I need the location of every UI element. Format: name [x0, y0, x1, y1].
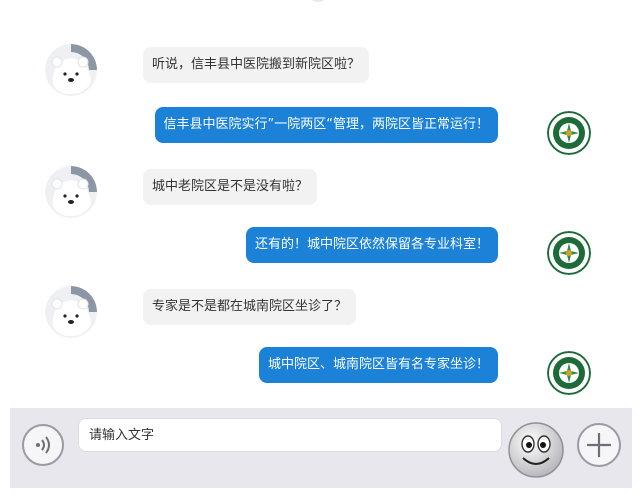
hospital-avatar — [547, 111, 591, 155]
chat-area: 听说，信丰县中医院搬到新院区啦？ 信丰县中医院实行”一院两区“管理，两院区皆正常… — [0, 0, 640, 408]
hospital-avatar — [547, 351, 591, 395]
message-incoming: 听说，信丰县中医院搬到新院区啦？ — [0, 44, 640, 100]
user-avatar — [45, 166, 97, 218]
message-bubble: 信丰县中医院实行”一院两区“管理，两院区皆正常运行！ — [154, 107, 498, 143]
user-avatar — [45, 44, 97, 96]
message-outgoing: 信丰县中医院实行”一院两区“管理，两院区皆正常运行！ — [0, 107, 640, 159]
polar-bear-icon — [45, 44, 97, 96]
voice-wave-icon — [36, 436, 50, 454]
hospital-emblem-icon — [547, 351, 591, 395]
plus-button[interactable] — [577, 423, 621, 467]
message-bubble: 城中院区、城南院区皆有名专家坐诊！ — [258, 347, 498, 383]
voice-button[interactable] — [22, 424, 64, 466]
message-bubble: 城中老院区是不是没有啦？ — [143, 169, 318, 205]
message-incoming: 城中老院区是不是没有啦？ — [0, 166, 640, 222]
hospital-emblem-icon — [547, 111, 591, 155]
polar-bear-icon — [45, 286, 97, 338]
message-bubble: 听说，信丰县中医院搬到新院区啦？ — [143, 47, 370, 83]
message-bubble: 专家是不是都在城南院区坐诊了？ — [143, 289, 357, 325]
message-incoming: 专家是不是都在城南院区坐诊了？ — [0, 286, 640, 342]
plus-icon — [587, 433, 611, 457]
message-outgoing: 城中院区、城南院区皆有名专家坐诊！ — [0, 347, 640, 399]
hospital-avatar — [547, 231, 591, 275]
emoji-button[interactable] — [508, 422, 564, 478]
smiley-face-icon — [508, 422, 564, 478]
message-outgoing: 还有的！城中院区依然保留各专业科室！ — [0, 227, 640, 279]
message-bubble: 还有的！城中院区依然保留各专业科室！ — [245, 227, 498, 263]
message-input[interactable] — [78, 418, 502, 452]
polar-bear-icon — [45, 166, 97, 218]
hospital-emblem-icon — [547, 231, 591, 275]
user-avatar — [45, 286, 97, 338]
